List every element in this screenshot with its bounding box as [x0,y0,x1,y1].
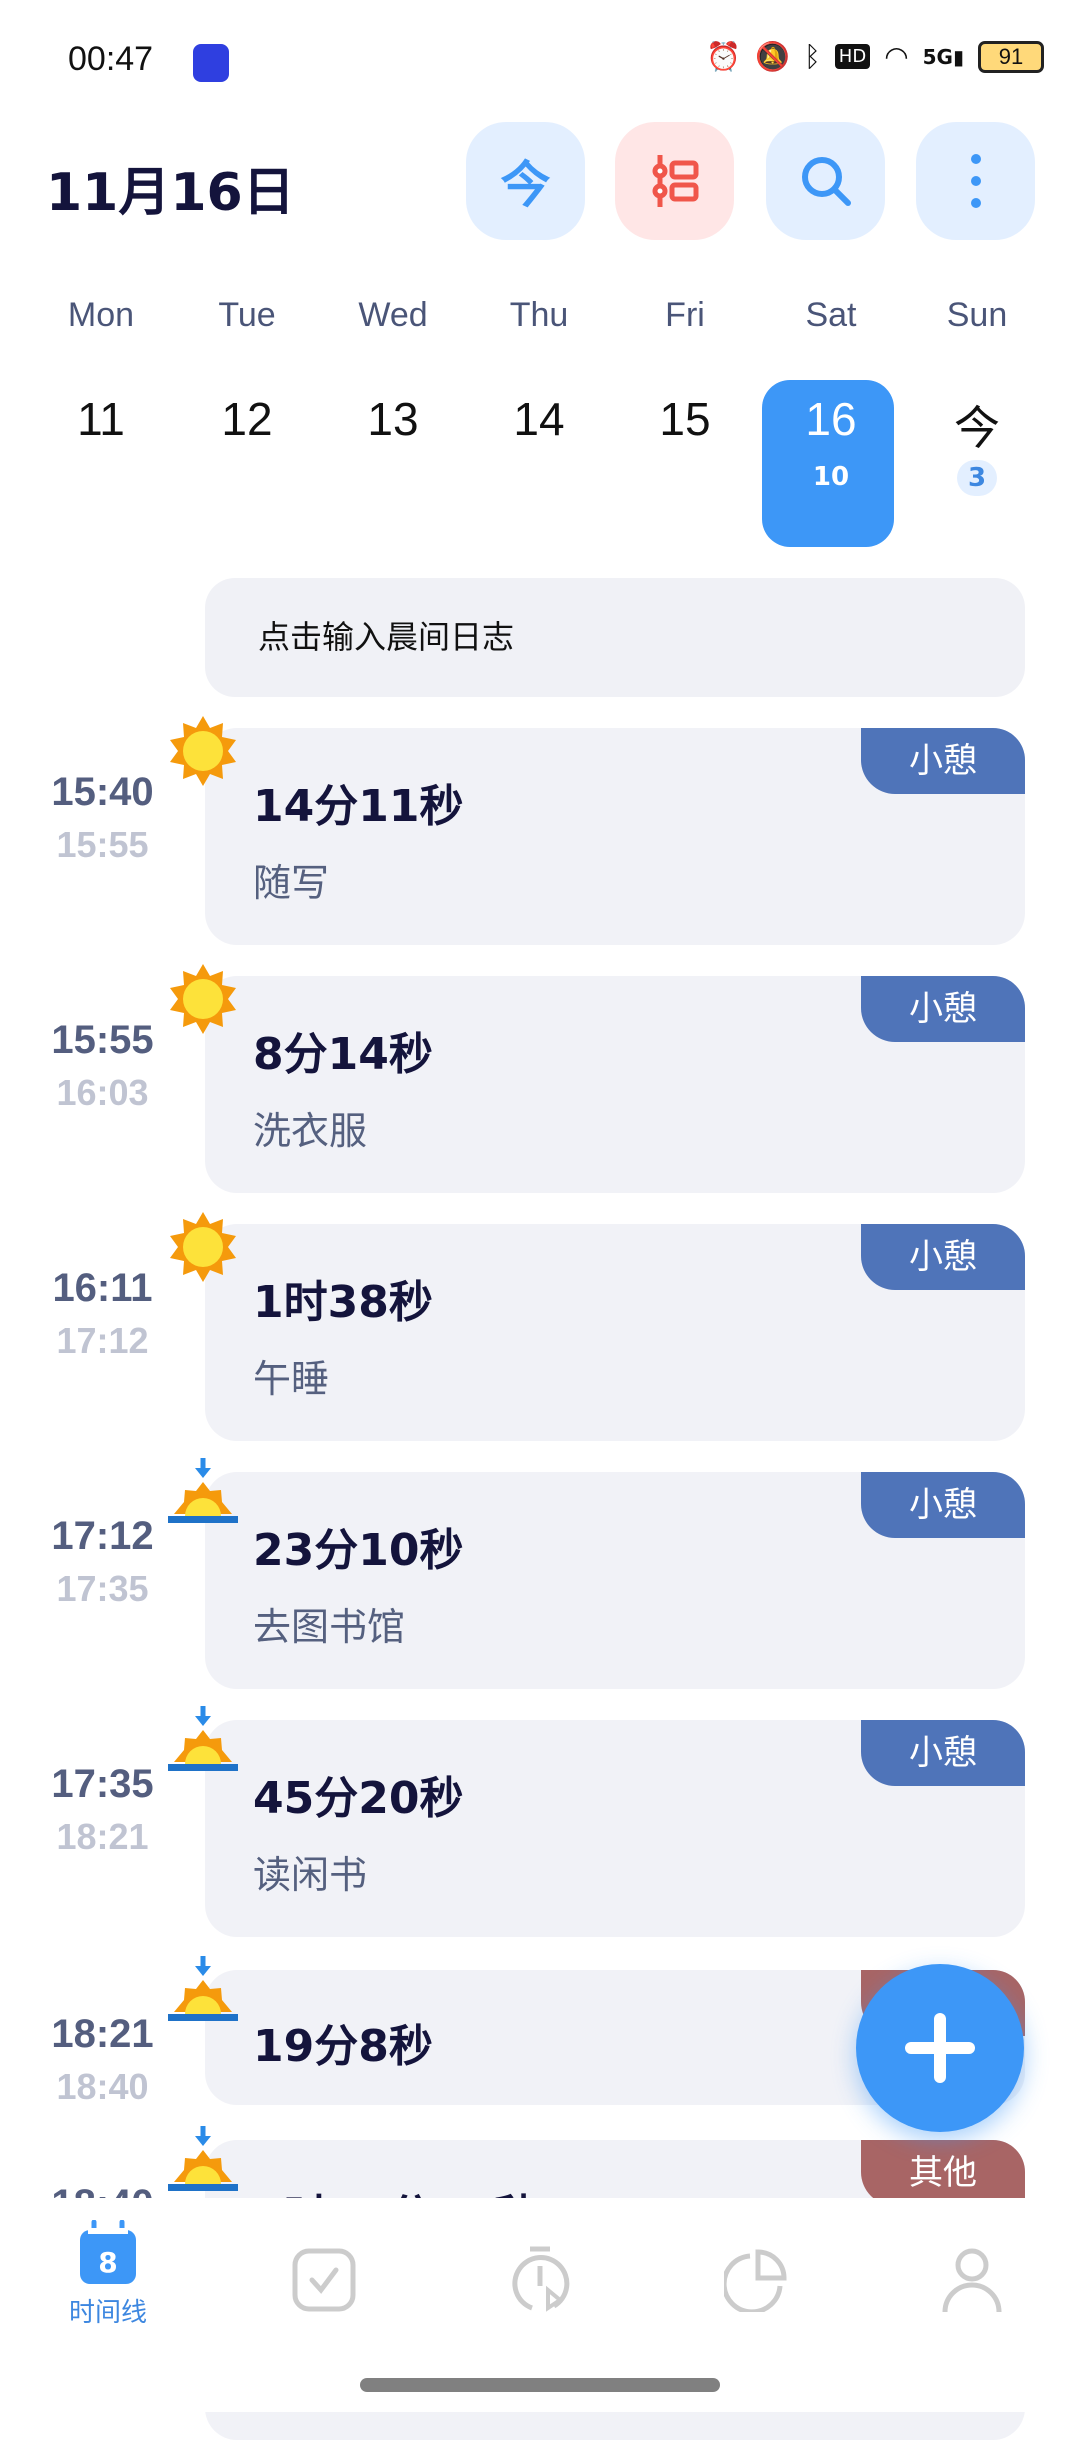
plus-icon [905,2013,975,2083]
entry-duration: 8分14秒 [253,1029,433,1080]
page-title: 11月16日 [46,163,295,223]
entry-start-time: 18:21 [51,2012,154,2056]
entry-note: 读闲书 [253,1853,368,1897]
nav-profile[interactable] [864,2248,1080,2314]
weekday-label: Mon [67,296,135,334]
today-icon: 今 [500,156,551,214]
entry-start-time: 15:55 [51,1018,154,1062]
timeline-entry-card[interactable]: 小憩 14分11秒随写 [205,728,1025,945]
morning-log-input[interactable]: 点击输入晨间日志 [205,578,1025,697]
entry-tag[interactable]: 其他 [861,2140,1025,2206]
sunset-icon [166,1956,240,2030]
entry-note: 随写 [253,861,330,905]
entry-end-time: 16:03 [56,1072,149,1113]
nav-tasks[interactable] [216,2248,432,2312]
entry-start-time: 15:40 [51,770,154,814]
alarm-icon: ⏰ [706,40,742,73]
day-cell[interactable]: 11 [28,392,174,446]
entry-start-time: 16:11 [52,1266,153,1310]
entry-duration: 45分20秒 [253,1773,464,1824]
entry-duration: 19分8秒 [253,2021,433,2072]
search-button[interactable] [766,122,885,240]
more-button[interactable] [916,122,1035,240]
checkbox-icon [292,2248,356,2312]
weekday-label: Sat [805,296,857,334]
day-cell[interactable]: 今 [904,392,1050,458]
weekday-label: Sun [946,296,1008,334]
hd-icon: HD [834,44,871,69]
calendar-badge: 8 [98,2246,117,2279]
search-icon [801,157,851,206]
entry-end-time: 17:12 [56,1320,149,1361]
weekday-label: Fri [665,296,705,334]
bell-off-icon: 🔕 [755,40,790,73]
weekday-label: Thu [509,296,569,334]
nav-timeline[interactable]: 8 时间线 [0,2220,216,2329]
timer-icon [512,2246,570,2312]
entry-duration: 23分10秒 [253,1525,464,1576]
timeline-entry-card[interactable]: 小憩 23分10秒去图书馆 [205,1472,1025,1689]
entry-tag[interactable]: 小憩 [861,976,1025,1042]
day-cell[interactable]: 13 [320,392,466,446]
sun-icon [166,962,240,1036]
add-entry-button[interactable] [856,1964,1024,2132]
timeline-entry-card[interactable]: 小憩 8分14秒洗衣服 [205,976,1025,1193]
nav-stats[interactable] [648,2248,864,2312]
calendar-icon: 8 [80,2220,136,2284]
nav-timer[interactable] [432,2246,648,2312]
sunset-icon [166,1706,240,1780]
entry-note: 洗衣服 [253,1109,368,1153]
entry-tag[interactable]: 小憩 [861,728,1025,794]
more-vertical-icon [970,154,981,208]
status-icons: ⏰ 🔕 ᛒ HD ◠ 5G▮ 91 [706,40,1044,73]
day-cell[interactable]: 14 [466,392,612,446]
today-button[interactable]: 今 [466,122,585,240]
entry-start-time: 17:12 [51,1514,154,1558]
entry-tag[interactable]: 小憩 [861,1472,1025,1538]
entry-end-time: 18:40 [56,2066,149,2107]
wifi-icon: ◠ [884,40,909,73]
sun-icon [166,714,240,788]
sun-icon [166,1210,240,1284]
day-cell[interactable]: 12 [174,392,320,446]
entry-tag[interactable]: 小憩 [861,1720,1025,1786]
entry-tag[interactable]: 小憩 [861,1224,1025,1290]
nav-timeline-label: 时间线 [68,2298,147,2328]
sunset-icon [166,1458,240,1532]
flashlight-icon [193,44,229,82]
timeline-entry-card[interactable]: 小憩 1时38秒午睡 [205,1224,1025,1441]
pie-chart-icon [724,2249,787,2312]
entry-note: 午睡 [253,1357,330,1401]
entry-end-time: 15:55 [56,824,149,865]
entry-note: 去图书馆 [253,1605,406,1649]
entry-duration: 1时38秒 [253,1277,433,1328]
entry-end-time: 18:21 [56,1816,149,1857]
timeline-entry-card[interactable]: 小憩 45分20秒读闲书 [205,1720,1025,1937]
home-indicator[interactable] [360,2378,720,2392]
selected-day-count: 10 [812,462,850,492]
profile-icon [942,2248,1002,2313]
sunset-icon [166,2126,240,2200]
battery-icon: 91 [978,40,1044,73]
timeline-split-button[interactable] [615,122,734,240]
day-cell[interactable]: 15 [612,392,758,446]
timeline-split-icon [652,155,698,207]
today-count-badge: 3 [957,460,997,496]
status-time: 00:47 [68,40,154,78]
weekday-label: Tue [218,296,276,334]
weekday-label: Wed [358,296,428,334]
network-type: 5G [922,44,953,69]
entry-duration: 14分11秒 [253,781,464,832]
signal-icon: 5G▮ [922,44,964,69]
entry-start-time: 17:35 [51,1762,154,1806]
bluetooth-icon: ᛒ [803,40,821,73]
entry-end-time: 17:35 [56,1568,149,1609]
day-cell[interactable]: 16 [758,392,904,446]
